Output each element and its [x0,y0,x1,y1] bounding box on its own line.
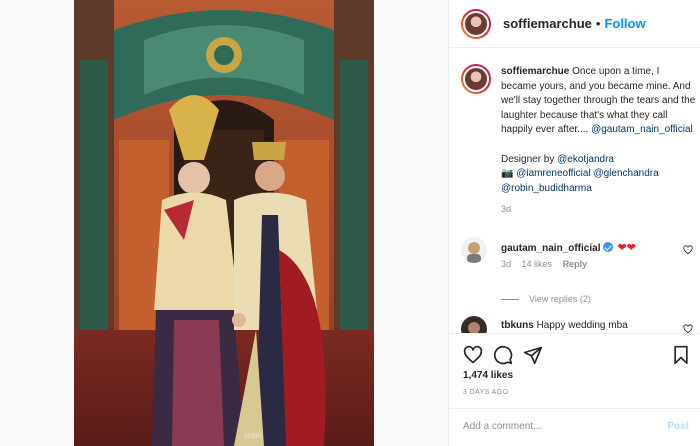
author-avatar[interactable] [461,8,491,39]
comments-list[interactable]: soffiemarchue Once upon a time, I became… [449,48,700,333]
post-photo[interactable]: renei [74,0,374,446]
comment-meta: 3d 14 likes Reply [501,259,595,269]
photo-mention-2[interactable]: @glenchandra [593,168,658,179]
comment-text-line: gautam_nain_official ❤❤ [501,241,636,254]
caption-username[interactable]: soffiemarchue [501,66,569,77]
post-side-panel: soffiemarchue • Follow soffiemarchue Onc… [448,0,700,446]
separator-dot: • [595,16,601,31]
view-replies-line [501,299,519,301]
comment-likes[interactable]: 14 likes [522,259,553,269]
backdrop-left [0,0,74,446]
commenter-avatar[interactable] [461,237,487,263]
backdrop-middle [374,0,448,446]
commenter-username[interactable]: gautam_nain_official [501,243,600,254]
share-icon[interactable] [523,345,543,365]
follow-button[interactable]: Follow [604,16,645,31]
comment-text-line: tbkuns Happy wedding mba [501,320,628,331]
caption-avatar[interactable] [461,64,491,94]
photo-mention-3[interactable]: @robin_budidharma [501,183,592,194]
camera-emoji: 📷 [501,168,514,180]
view-replies-row[interactable]: View replies (2) [501,294,591,304]
post-header: soffiemarchue • Follow [449,0,700,48]
wedding-photo-illustration: renei [74,0,374,446]
commenter-avatar-image [461,237,487,263]
designer-mention[interactable]: @ekotjandra [557,154,614,165]
comment-like-heart-icon[interactable] [683,245,693,255]
commenter-avatar[interactable] [461,316,487,333]
comment-hearts: ❤❤ [617,242,636,254]
photo-watermark: renei [244,430,262,440]
caption-designer-line: Designer by @ekotjandra [501,153,697,168]
commenter-username[interactable]: tbkuns [501,320,534,331]
comment-time[interactable]: 3d [501,259,511,269]
avatar-image [463,66,489,92]
caption-mention[interactable]: @gautam_nain_official [591,124,693,135]
caption-time[interactable]: 3d [501,202,697,217]
caption-body: soffiemarchue Once upon a time, I became… [501,65,697,217]
instagram-post-modal: renei soffiemarchue • Follow soffiemarch… [0,0,700,446]
view-replies-button[interactable]: View replies (2) [529,294,591,304]
likes-count[interactable]: 1,474 likes [463,370,513,381]
action-bar [449,333,700,373]
reply-button[interactable]: Reply [563,259,588,269]
post-comment-button[interactable]: Post [667,421,689,432]
heart-icon[interactable] [463,345,483,365]
caption-photo-line-2: @robin_budidharma [501,182,697,197]
photo-mention-1[interactable]: @iamreneofficial [516,168,590,179]
comment-icon[interactable] [493,345,513,365]
comment-like-heart-icon[interactable] [683,324,693,333]
designer-prefix: Designer by [501,153,555,165]
post-date[interactable]: 3 DAYS AGO [463,389,509,396]
commenter-avatar-image [461,316,487,333]
avatar-image [463,10,489,37]
add-comment-bar: Add a comment... Post [449,408,700,446]
bookmark-icon[interactable] [671,345,691,365]
add-comment-input[interactable]: Add a comment... [463,421,541,432]
comment-body: Happy wedding mba [536,320,628,331]
verified-badge-icon [603,242,614,252]
author-username[interactable]: soffiemarchue [503,16,592,31]
caption-photo-line: 📷 @iamreneofficial @glenchandra [501,167,697,182]
